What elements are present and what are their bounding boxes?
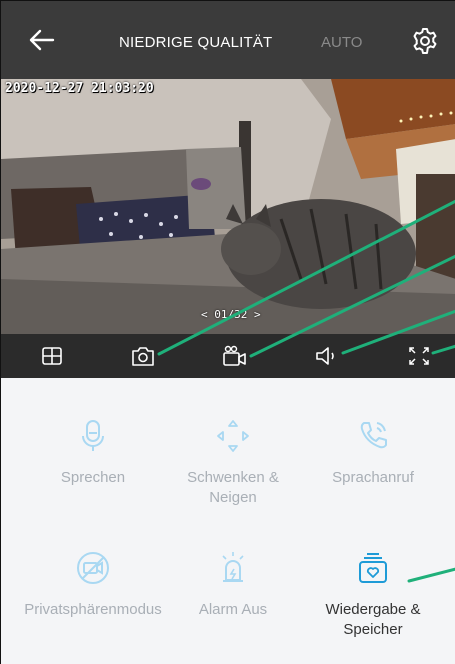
back-arrow-icon[interactable]: [27, 25, 57, 55]
privacy-camera-off-icon: [77, 552, 109, 584]
voice-call-button[interactable]: Sprachanruf: [303, 418, 443, 488]
video-timestamp: 2020-12-27 21:03:20: [5, 81, 154, 96]
alarm-off-button[interactable]: Alarm Aus: [163, 550, 303, 620]
phone-call-icon: [360, 422, 387, 449]
privacy-mode-button[interactable]: Privatsphärenmodus: [23, 550, 163, 620]
pan-tilt-button[interactable]: Schwenken & Neigen: [163, 418, 303, 508]
camera-snapshot-icon[interactable]: [130, 344, 156, 368]
video-control-bar: [1, 334, 455, 378]
video-pager[interactable]: < 01/32 >: [201, 308, 261, 321]
auto-quality-option[interactable]: AUTO: [321, 34, 362, 51]
voice-call-label: Sprachanruf: [332, 469, 414, 486]
speaker-icon[interactable]: [314, 344, 340, 368]
pan-tilt-icon: [217, 420, 249, 452]
speak-label: Sprechen: [60, 469, 126, 486]
pan-tilt-label: Schwenken & Neigen: [187, 469, 279, 506]
playback-storage-icon: [359, 553, 387, 583]
alarm-off-label: Alarm Aus: [198, 601, 268, 618]
video-record-icon[interactable]: [222, 344, 248, 368]
top-bar: NIEDRIGE QUALITÄT AUTO: [1, 1, 455, 79]
fullscreen-icon[interactable]: [406, 344, 432, 368]
feature-panel: Sprechen Schwenken & Neigen Sprachanruf …: [1, 378, 455, 664]
microphone-icon: [82, 420, 104, 451]
gear-icon[interactable]: [411, 27, 439, 55]
quality-selector[interactable]: NIEDRIGE QUALITÄT: [119, 34, 272, 51]
alarm-siren-icon: [222, 552, 244, 582]
camera-scene-image: [1, 79, 455, 334]
playback-storage-button[interactable]: Wiedergabe & Speicher: [303, 550, 443, 640]
grid-view-icon[interactable]: [39, 344, 65, 368]
playback-storage-label: Wiedergabe & Speicher: [325, 601, 421, 638]
privacy-mode-label: Privatsphärenmodus: [24, 601, 162, 618]
live-video-view[interactable]: 2020-12-27 21:03:20 < 01/32 >: [1, 79, 455, 334]
speak-button[interactable]: Sprechen: [23, 418, 163, 488]
